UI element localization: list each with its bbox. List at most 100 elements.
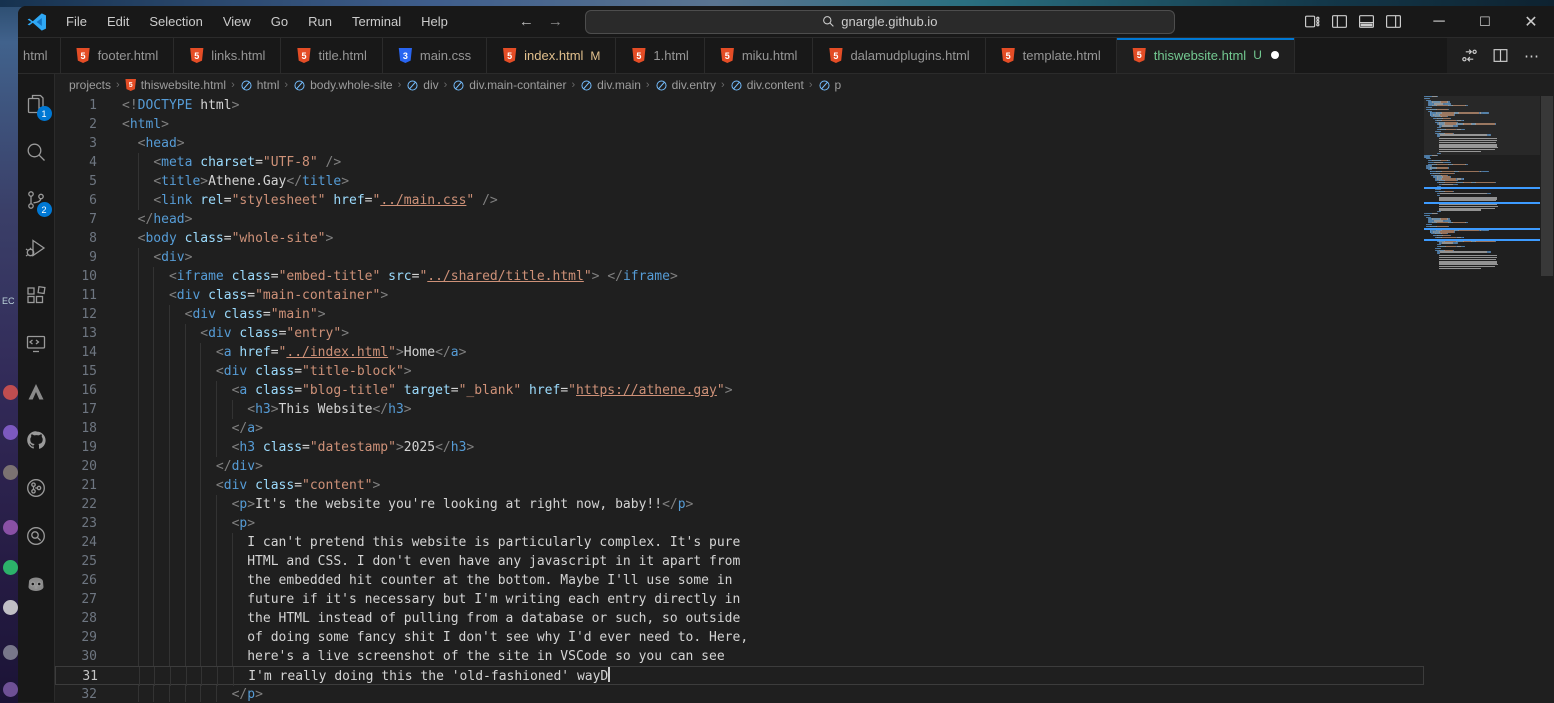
- line-number: 6: [55, 191, 97, 210]
- tab-title.html[interactable]: 5title.html: [281, 38, 382, 73]
- activity-run-and-debug-icon[interactable]: [18, 224, 55, 272]
- code-line-32[interactable]: 32 </p>: [55, 685, 1424, 702]
- activity-remote-explorer-icon[interactable]: [18, 320, 55, 368]
- code-editor[interactable]: 1<!DOCTYPE html>2<html>3 <head>4 <meta c…: [55, 96, 1554, 702]
- activity-gitlens-icon[interactable]: [18, 464, 55, 512]
- tab-index.html[interactable]: 5index.htmlM: [487, 38, 616, 73]
- tab-template.html[interactable]: 5template.html: [986, 38, 1117, 73]
- breadcrumb-item-div.entry[interactable]: div.entry: [655, 78, 716, 92]
- code-line-28[interactable]: 28 the HTML instead of pulling from a da…: [55, 609, 1424, 628]
- code-text: <html>: [122, 115, 169, 134]
- line-number: 15: [55, 362, 97, 381]
- code-text: I'm really doing this the 'old-fashioned…: [123, 667, 610, 686]
- toggle-panel-icon[interactable]: [1358, 13, 1375, 30]
- menu-run[interactable]: Run: [299, 10, 341, 33]
- code-line-6[interactable]: 6 <link rel="stylesheet" href="../main.c…: [55, 191, 1424, 210]
- menu-go[interactable]: Go: [262, 10, 297, 33]
- tab-label: html: [23, 48, 48, 63]
- code-line-16[interactable]: 16 <a class="blog-title" target="_blank"…: [55, 381, 1424, 400]
- breadcrumb-item-div.main-container[interactable]: div.main-container: [452, 78, 566, 92]
- tab-footer.html[interactable]: 5footer.html: [61, 38, 175, 73]
- tab-links.html[interactable]: 5links.html: [174, 38, 281, 73]
- tab-thiswebsite.html[interactable]: 5thiswebsite.htmlU: [1117, 38, 1295, 73]
- code-line-29[interactable]: 29 of doing some fancy shit I don't see …: [55, 628, 1424, 647]
- tab-miku.html[interactable]: 5miku.html: [705, 38, 814, 73]
- breadcrumb-item-div.content[interactable]: div.content: [730, 78, 804, 92]
- code-line-8[interactable]: 8 <body class="whole-site">: [55, 229, 1424, 248]
- code-line-11[interactable]: 11 <div class="main-container">: [55, 286, 1424, 305]
- menu-view[interactable]: View: [214, 10, 260, 33]
- code-line-14[interactable]: 14 <a href="../index.html">Home</a>: [55, 343, 1424, 362]
- menu-terminal[interactable]: Terminal: [343, 10, 410, 33]
- unsaved-dot-icon[interactable]: [1271, 51, 1279, 59]
- scrollbar-slider[interactable]: [1541, 96, 1553, 276]
- activity-explorer-icon[interactable]: 1: [18, 80, 55, 128]
- code-line-24[interactable]: 24 I can't pretend this website is parti…: [55, 533, 1424, 552]
- maximize-button[interactable]: ☐: [1462, 6, 1508, 37]
- code-line-19[interactable]: 19 <h3 class="datestamp">2025</h3>: [55, 438, 1424, 457]
- code-line-15[interactable]: 15 <div class="title-block">: [55, 362, 1424, 381]
- code-line-21[interactable]: 21 <div class="content">: [55, 476, 1424, 495]
- code-line-3[interactable]: 3 <head>: [55, 134, 1424, 153]
- forward-arrow-icon[interactable]: →: [548, 13, 563, 30]
- activity-github-icon[interactable]: [18, 416, 55, 464]
- breadcrumb-item-thiswebsite.html[interactable]: 5thiswebsite.html: [125, 78, 226, 92]
- code-line-31[interactable]: 31 I'm really doing this the 'old-fashio…: [55, 666, 1424, 685]
- more-actions-icon[interactable]: ⋯: [1523, 47, 1540, 64]
- code-line-10[interactable]: 10 <iframe class="embed-title" src="../s…: [55, 267, 1424, 286]
- breadcrumb-separator: ›: [645, 79, 651, 91]
- code-line-20[interactable]: 20 </div>: [55, 457, 1424, 476]
- open-changes-icon[interactable]: [1461, 47, 1478, 64]
- activity-search-icon[interactable]: [18, 128, 55, 176]
- code-line-23[interactable]: 23 <p>: [55, 514, 1424, 533]
- menu-edit[interactable]: Edit: [98, 10, 138, 33]
- menu-help[interactable]: Help: [412, 10, 457, 33]
- tab-label: template.html: [1023, 48, 1101, 63]
- symbol-element-icon: [818, 79, 831, 92]
- activity-gitlens-inspect-icon[interactable]: [18, 512, 55, 560]
- breadcrumb-item-projects[interactable]: projects: [69, 78, 111, 92]
- code-line-12[interactable]: 12 <div class="main">: [55, 305, 1424, 324]
- code-line-2[interactable]: 2<html>: [55, 115, 1424, 134]
- command-center-search[interactable]: gnargle.github.io: [585, 10, 1175, 34]
- menu-file[interactable]: File: [57, 10, 96, 33]
- breadcrumb-item-body.whole-site[interactable]: body.whole-site: [293, 78, 393, 92]
- breadcrumb-item-p[interactable]: p: [818, 78, 842, 92]
- minimize-button[interactable]: ─: [1416, 6, 1462, 37]
- close-button[interactable]: ✕: [1508, 6, 1554, 37]
- minimap[interactable]: [1424, 96, 1540, 702]
- code-line-30[interactable]: 30 here's a live screenshot of the site …: [55, 647, 1424, 666]
- code-line-27[interactable]: 27 future if it's necessary but I'm writ…: [55, 590, 1424, 609]
- tab-dalamudplugins.html[interactable]: 5dalamudplugins.html: [813, 38, 985, 73]
- breadcrumb-item-div.main[interactable]: div.main: [580, 78, 641, 92]
- vertical-scrollbar[interactable]: [1540, 96, 1554, 702]
- tab-main.css[interactable]: 3main.css: [383, 38, 487, 73]
- code-line-18[interactable]: 18 </a>: [55, 419, 1424, 438]
- code-line-25[interactable]: 25 HTML and CSS. I don't even have any j…: [55, 552, 1424, 571]
- tab-html[interactable]: html: [18, 38, 61, 73]
- minimap-viewport[interactable]: [1424, 96, 1540, 155]
- toggle-primary-sidebar-icon[interactable]: [1331, 13, 1348, 30]
- activity-godot-tools-icon[interactable]: [18, 560, 55, 608]
- activity-extensions-icon[interactable]: [18, 272, 55, 320]
- code-text: <meta charset="UTF-8" />: [122, 153, 341, 172]
- code-line-4[interactable]: 4 <meta charset="UTF-8" />: [55, 153, 1424, 172]
- activity-source-control-icon[interactable]: 2: [18, 176, 55, 224]
- code-line-5[interactable]: 5 <title>Athene.Gay</title>: [55, 172, 1424, 191]
- menu-selection[interactable]: Selection: [140, 10, 211, 33]
- tab-1.html[interactable]: 51.html: [616, 38, 704, 73]
- customize-layout-icon[interactable]: [1304, 13, 1321, 30]
- code-line-9[interactable]: 9 <div>: [55, 248, 1424, 267]
- back-arrow-icon[interactable]: ←: [519, 13, 534, 30]
- breadcrumb-item-div[interactable]: div: [406, 78, 438, 92]
- code-line-13[interactable]: 13 <div class="entry">: [55, 324, 1424, 343]
- breadcrumb-item-html[interactable]: html: [240, 78, 280, 92]
- code-line-17[interactable]: 17 <h3>This Website</h3>: [55, 400, 1424, 419]
- code-line-26[interactable]: 26 the embedded hit counter at the botto…: [55, 571, 1424, 590]
- activity-azure-icon[interactable]: [18, 368, 55, 416]
- code-line-7[interactable]: 7 </head>: [55, 210, 1424, 229]
- code-line-1[interactable]: 1<!DOCTYPE html>: [55, 96, 1424, 115]
- split-editor-icon[interactable]: [1492, 47, 1509, 64]
- toggle-secondary-sidebar-icon[interactable]: [1385, 13, 1402, 30]
- code-line-22[interactable]: 22 <p>It's the website you're looking at…: [55, 495, 1424, 514]
